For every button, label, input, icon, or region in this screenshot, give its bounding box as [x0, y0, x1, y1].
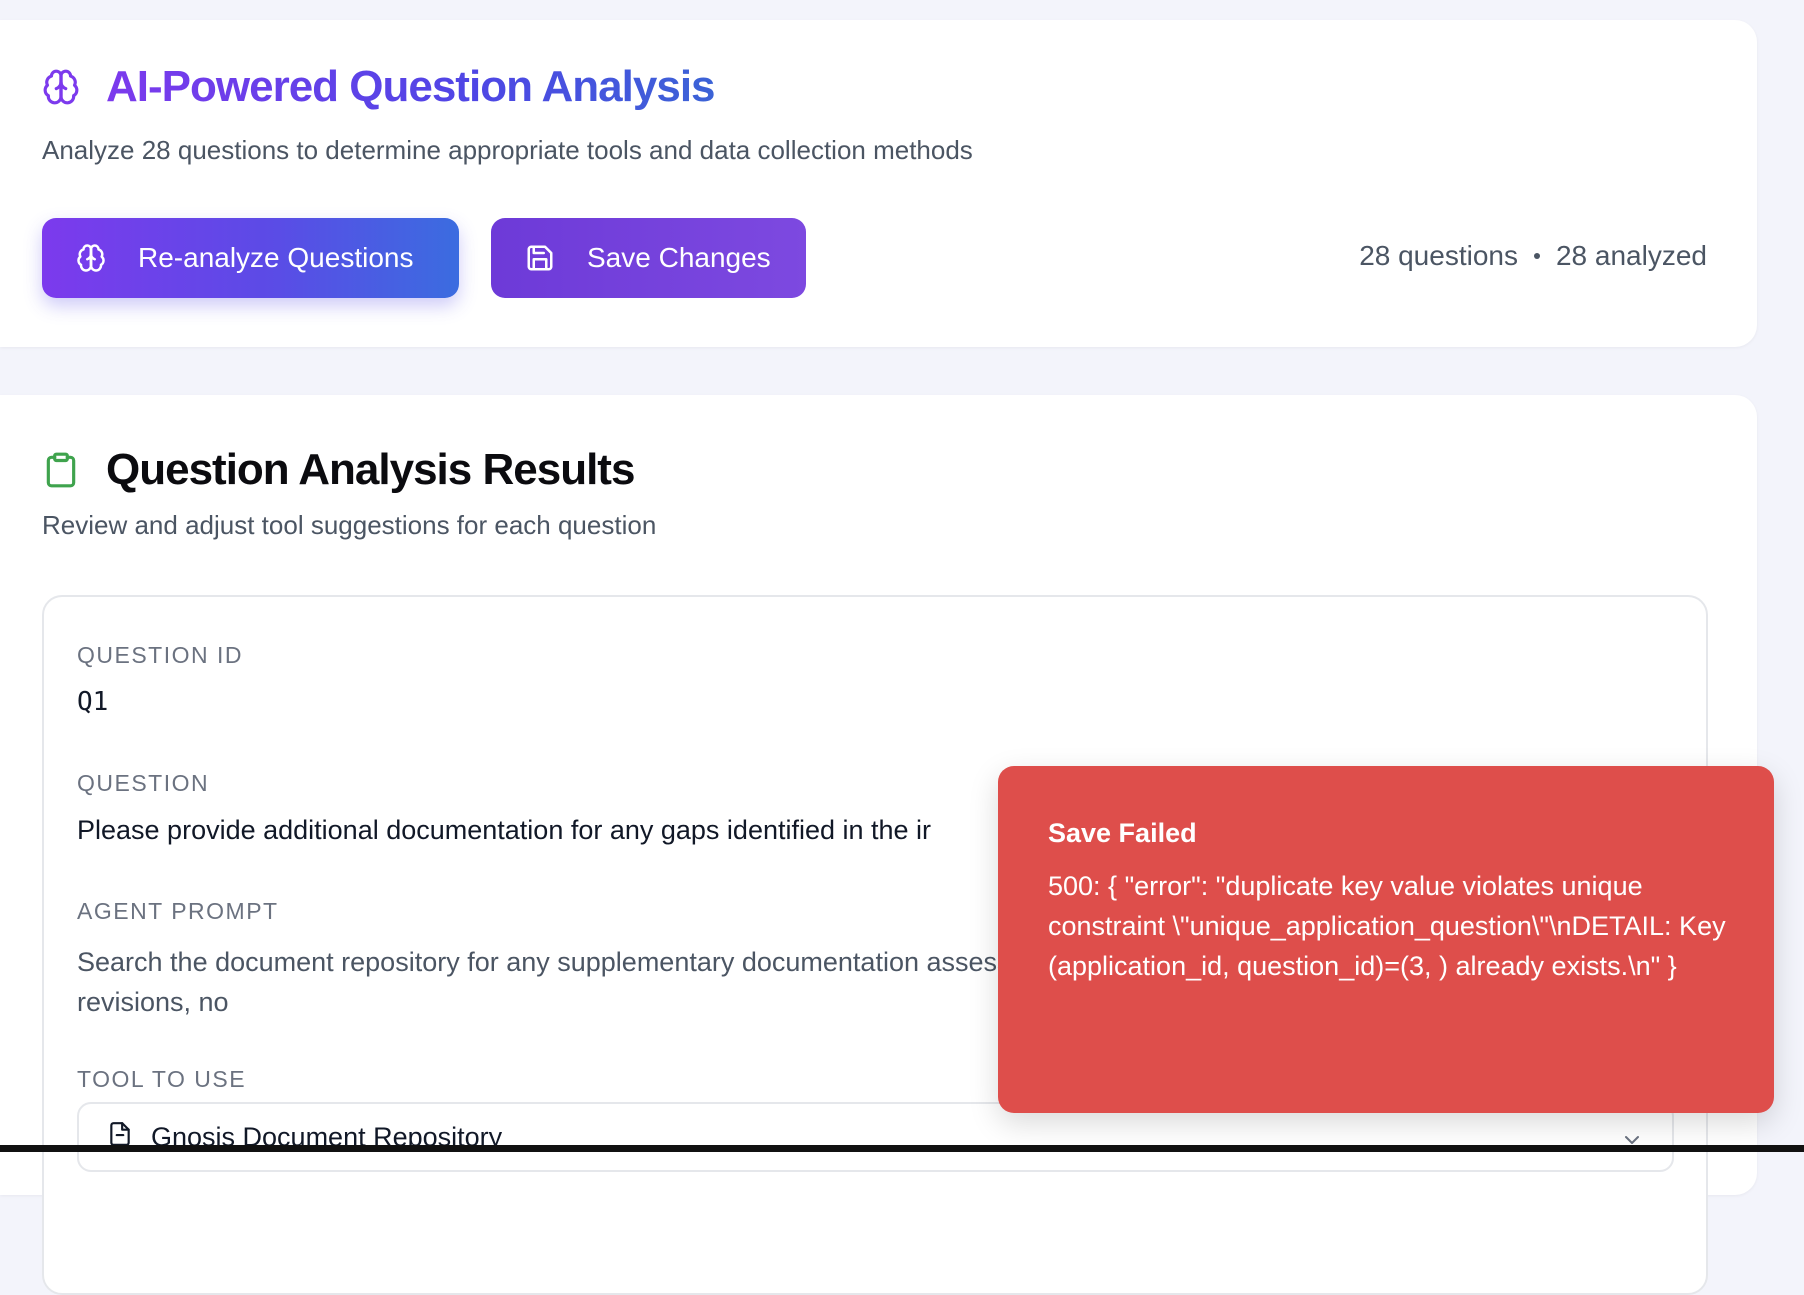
tool-label: TOOL TO USE [77, 1066, 247, 1092]
questions-count: 28 questions [1359, 240, 1518, 271]
toast-message: 500: { "error": "duplicate key value vio… [1048, 871, 1726, 981]
question-label: QUESTION [77, 770, 210, 796]
bottom-edge-bar [0, 1145, 1804, 1152]
page-subtitle: Analyze 28 questions to determine approp… [42, 135, 973, 165]
toast-title: Save Failed [1048, 818, 1197, 848]
error-toast[interactable]: Save Failed 500: { "error": "duplicate k… [998, 766, 1774, 1113]
page-title: AI-Powered Question Analysis [106, 62, 716, 111]
analysis-stats: 28 questions 28 analyzed [1359, 240, 1707, 272]
agent-prompt-label: AGENT PROMPT [77, 898, 279, 924]
separator-dot [1533, 253, 1540, 259]
analyzed-count: 28 analyzed [1555, 240, 1707, 271]
clipboard-icon [42, 450, 80, 490]
reanalyze-button[interactable]: Re-analyze Questions [42, 218, 459, 298]
save-icon [525, 243, 555, 273]
results-title-row: Question Analysis Results [42, 445, 635, 495]
save-changes-button[interactable]: Save Changes [491, 218, 806, 298]
question-id-value: Q1 [77, 687, 109, 717]
reanalyze-label: Re-analyze Questions [138, 242, 414, 273]
results-title: Question Analysis Results [106, 445, 635, 494]
brain-icon [76, 243, 106, 273]
question-id-label: QUESTION ID [77, 642, 244, 668]
results-subtitle: Review and adjust tool suggestions for e… [42, 510, 657, 540]
analysis-header-card: AI-Powered Question Analysis Analyze 28 … [0, 20, 1757, 347]
brain-icon [42, 68, 80, 106]
question-text: Please provide additional documentation … [77, 815, 932, 845]
save-changes-label: Save Changes [587, 242, 771, 273]
analysis-title-row: AI-Powered Question Analysis [42, 62, 716, 112]
chevron-down-icon [1620, 1128, 1644, 1159]
